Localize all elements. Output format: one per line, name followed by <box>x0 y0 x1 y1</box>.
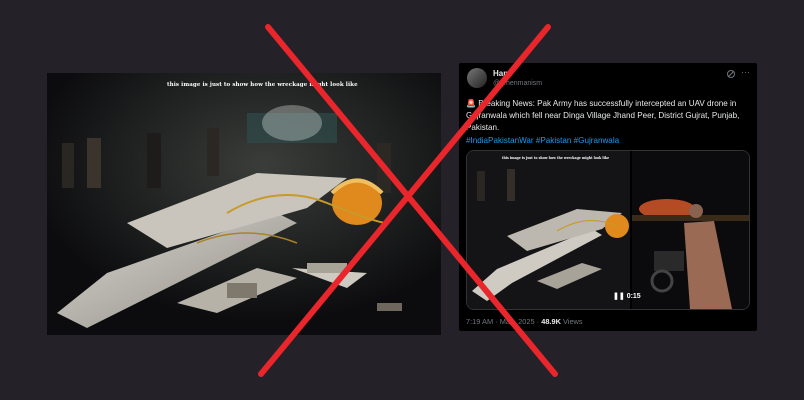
red-x-icon <box>258 24 558 377</box>
